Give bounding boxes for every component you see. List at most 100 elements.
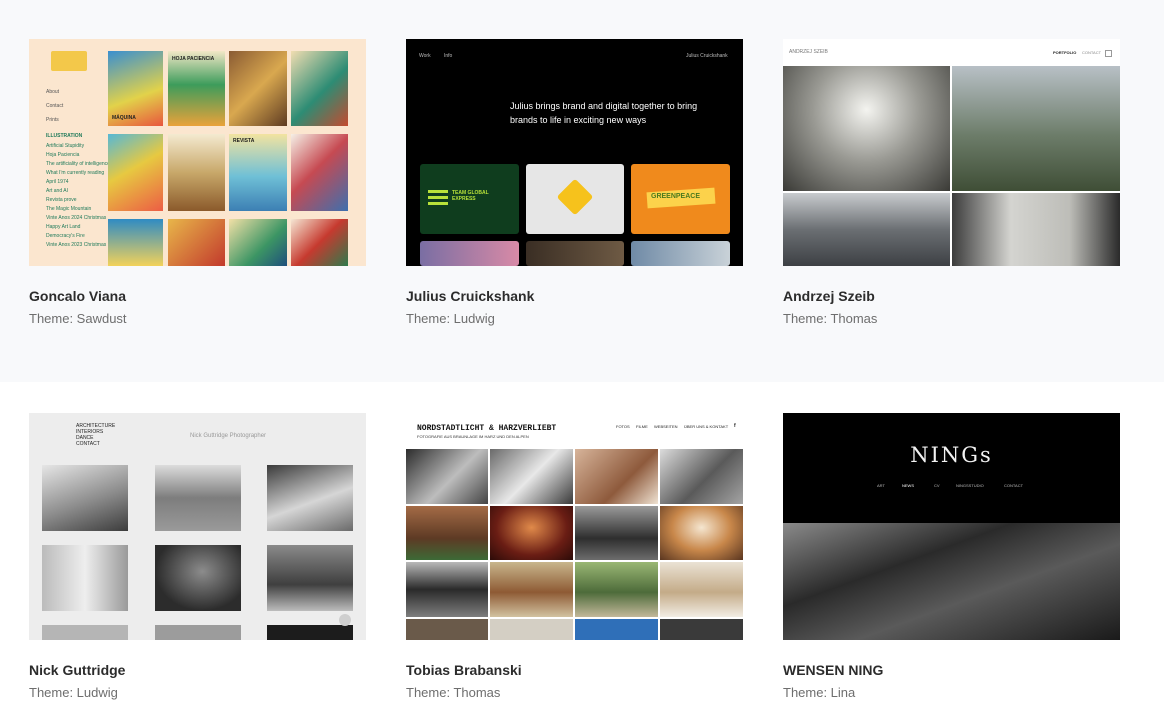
photo-tile (490, 562, 573, 617)
portfolio-card-tobias-brabanski[interactable]: NORDSTADTLICHT & HARZVERLIEBT FOTOGRAFIE… (406, 413, 743, 701)
illustration-tile (108, 219, 163, 266)
card-title[interactable]: Nick Guttridge (29, 662, 366, 678)
preview-site-name: NORDSTADTLICHT & HARZVERLIEBT (417, 424, 557, 433)
photo-tile (267, 625, 353, 640)
portfolio-card-goncalo-viana[interactable]: About Contact Prints ILLUSTRATION Artifi… (29, 39, 366, 327)
photo-tile (406, 562, 488, 617)
stripes-icon (428, 190, 448, 193)
preview-list-item: Revista prove (46, 197, 77, 203)
photo-tile (406, 506, 488, 560)
preview-site-name: ANDRZEJ SZEIB (789, 49, 828, 55)
preview-section-label: ILLUSTRATION (46, 133, 83, 139)
photo-tile (783, 193, 950, 266)
project-tile (420, 241, 519, 266)
portfolio-thumbnail[interactable]: ARCHITECTURE INTERIORS DANCE CONTACT Nic… (29, 413, 366, 640)
portfolio-card-wensen-ning[interactable]: NINGs ART NEWS CV NINGSSTUDIO CONTACT WE… (783, 413, 1120, 701)
photo-tile (490, 449, 573, 504)
photo-tile (952, 66, 1120, 191)
card-theme-label: Theme: Sawdust (29, 311, 127, 326)
card-title[interactable]: WENSEN NING (783, 662, 1120, 678)
photo-tile (155, 465, 241, 531)
preview-nav-fotos: FOTOS (616, 424, 630, 429)
card-theme-label: Theme: Thomas (406, 685, 501, 700)
tile-label: MÁQUINA (112, 115, 136, 121)
photo-tile (783, 66, 950, 191)
hero-photo (783, 523, 1120, 640)
photo-tile (406, 449, 488, 504)
photo-tile (660, 619, 743, 640)
photo-tile (490, 506, 573, 560)
illustration-tile (291, 219, 348, 266)
photo-tile (267, 545, 353, 611)
logo-icon (51, 51, 87, 71)
preview-nav-filme: FILME (636, 424, 648, 429)
illustration-tile: MÁQUINA (108, 51, 163, 126)
preview-nav-portfolio: PORTFOLIO (1053, 50, 1077, 55)
preview-site-name: Julius Cruickshank (686, 53, 728, 59)
photo-tile (155, 545, 241, 611)
preview-nav-cv: CV (934, 483, 940, 488)
project-tile: GREENPEACE (631, 164, 730, 234)
card-theme-label: Theme: Ludwig (406, 311, 495, 326)
preview-list-item: Hoja Paciencia (46, 152, 80, 158)
card-title[interactable]: Julius Cruickshank (406, 288, 743, 304)
preview-nav-work: Work (419, 53, 431, 59)
preview-list-item: Artificial Stupidity (46, 143, 85, 149)
photo-tile (406, 619, 488, 640)
card-theme-label: Theme: Thomas (783, 311, 878, 326)
portfolio-thumbnail[interactable]: NINGs ART NEWS CV NINGSSTUDIO CONTACT (783, 413, 1120, 640)
preview-nav-ueber-uns: ÜBER UNS & KONTAKT (684, 424, 729, 429)
illustration-tile (291, 134, 348, 211)
tile-label: TEAM GLOBAL EXPRESS (452, 190, 489, 202)
preview-list-item: Vinte Anos 2024 Christmas (46, 215, 107, 221)
portfolio-card-julius-cruickshank[interactable]: Work Info Julius Cruickshank Julius brin… (406, 39, 743, 327)
photo-tile (490, 619, 573, 640)
preview-headline: Julius brings brand and digital together… (510, 101, 698, 125)
portfolio-card-andrzej-szeib[interactable]: ANDRZEJ SZEIB PORTFOLIO CONTACT Andrzej … (783, 39, 1120, 327)
card-theme-label: Theme: Lina (783, 685, 856, 700)
preview-nav-contact: Contact (46, 103, 64, 109)
preview-subtitle: FOTOGRAFIE AUS BRAUNLAGE IM HARZ UND DEN… (417, 434, 529, 439)
stripes-icon-line (428, 202, 448, 205)
photo-tile (575, 449, 658, 504)
preview-nav-news: NEWS (902, 483, 914, 488)
project-tile (631, 241, 730, 266)
photo-tile (42, 465, 128, 531)
photo-tile (267, 465, 353, 531)
photo-tile (42, 625, 128, 640)
preview-list-item: Happy Art Land (46, 224, 81, 230)
card-title[interactable]: Andrzej Szeib (783, 288, 1120, 304)
preview-list-item: April 1974 (46, 179, 69, 185)
stripes-icon-line (428, 196, 448, 199)
preview-nav-webseiten: WEBSEITEN (654, 424, 678, 429)
preview-nav-prints: Prints (46, 117, 59, 123)
preview-nav-contact: CONTACT (1082, 50, 1102, 55)
portfolio-thumbnail[interactable]: ANDRZEJ SZEIB PORTFOLIO CONTACT (783, 39, 1120, 266)
portfolio-examples-page: About Contact Prints ILLUSTRATION Artifi… (0, 0, 1164, 728)
portfolio-thumbnail[interactable]: Work Info Julius Cruickshank Julius brin… (406, 39, 743, 266)
preview-nav-contact: CONTACT (1004, 483, 1024, 488)
preview-nav-ningsstudio: NINGSSTUDIO (956, 483, 984, 488)
illustration-tile (291, 51, 348, 126)
photo-tile (155, 625, 241, 640)
card-title[interactable]: Tobias Brabanski (406, 662, 743, 678)
photo-tile (660, 506, 743, 560)
preview-nav-contact: CONTACT (76, 441, 100, 447)
tile-label: HOJA PACIENCIA (172, 56, 215, 62)
preview-list-item: The artificiality of intelligence (46, 161, 110, 167)
illustration-tile (229, 51, 287, 126)
preview-list-item: Art and AI (46, 188, 68, 194)
photo-tile (575, 562, 658, 617)
preview-site-name: Nick Guttridge Photographer (190, 433, 267, 439)
preview-list-item: The Magic Mountain (46, 206, 92, 212)
card-title[interactable]: Goncalo Viana (29, 288, 366, 304)
taxi-sign-icon (556, 178, 594, 216)
preview-nav-info: Info (444, 53, 453, 59)
photo-tile (575, 506, 658, 560)
photo-tile (660, 562, 743, 617)
portfolio-card-nick-guttridge[interactable]: ARCHITECTURE INTERIORS DANCE CONTACT Nic… (29, 413, 366, 701)
portfolio-thumbnail[interactable]: About Contact Prints ILLUSTRATION Artifi… (29, 39, 366, 266)
portfolio-thumbnail[interactable]: NORDSTADTLICHT & HARZVERLIEBT FOTOGRAFIE… (406, 413, 743, 640)
card-theme-label: Theme: Ludwig (29, 685, 118, 700)
illustration-tile: REVISTA (229, 134, 287, 211)
